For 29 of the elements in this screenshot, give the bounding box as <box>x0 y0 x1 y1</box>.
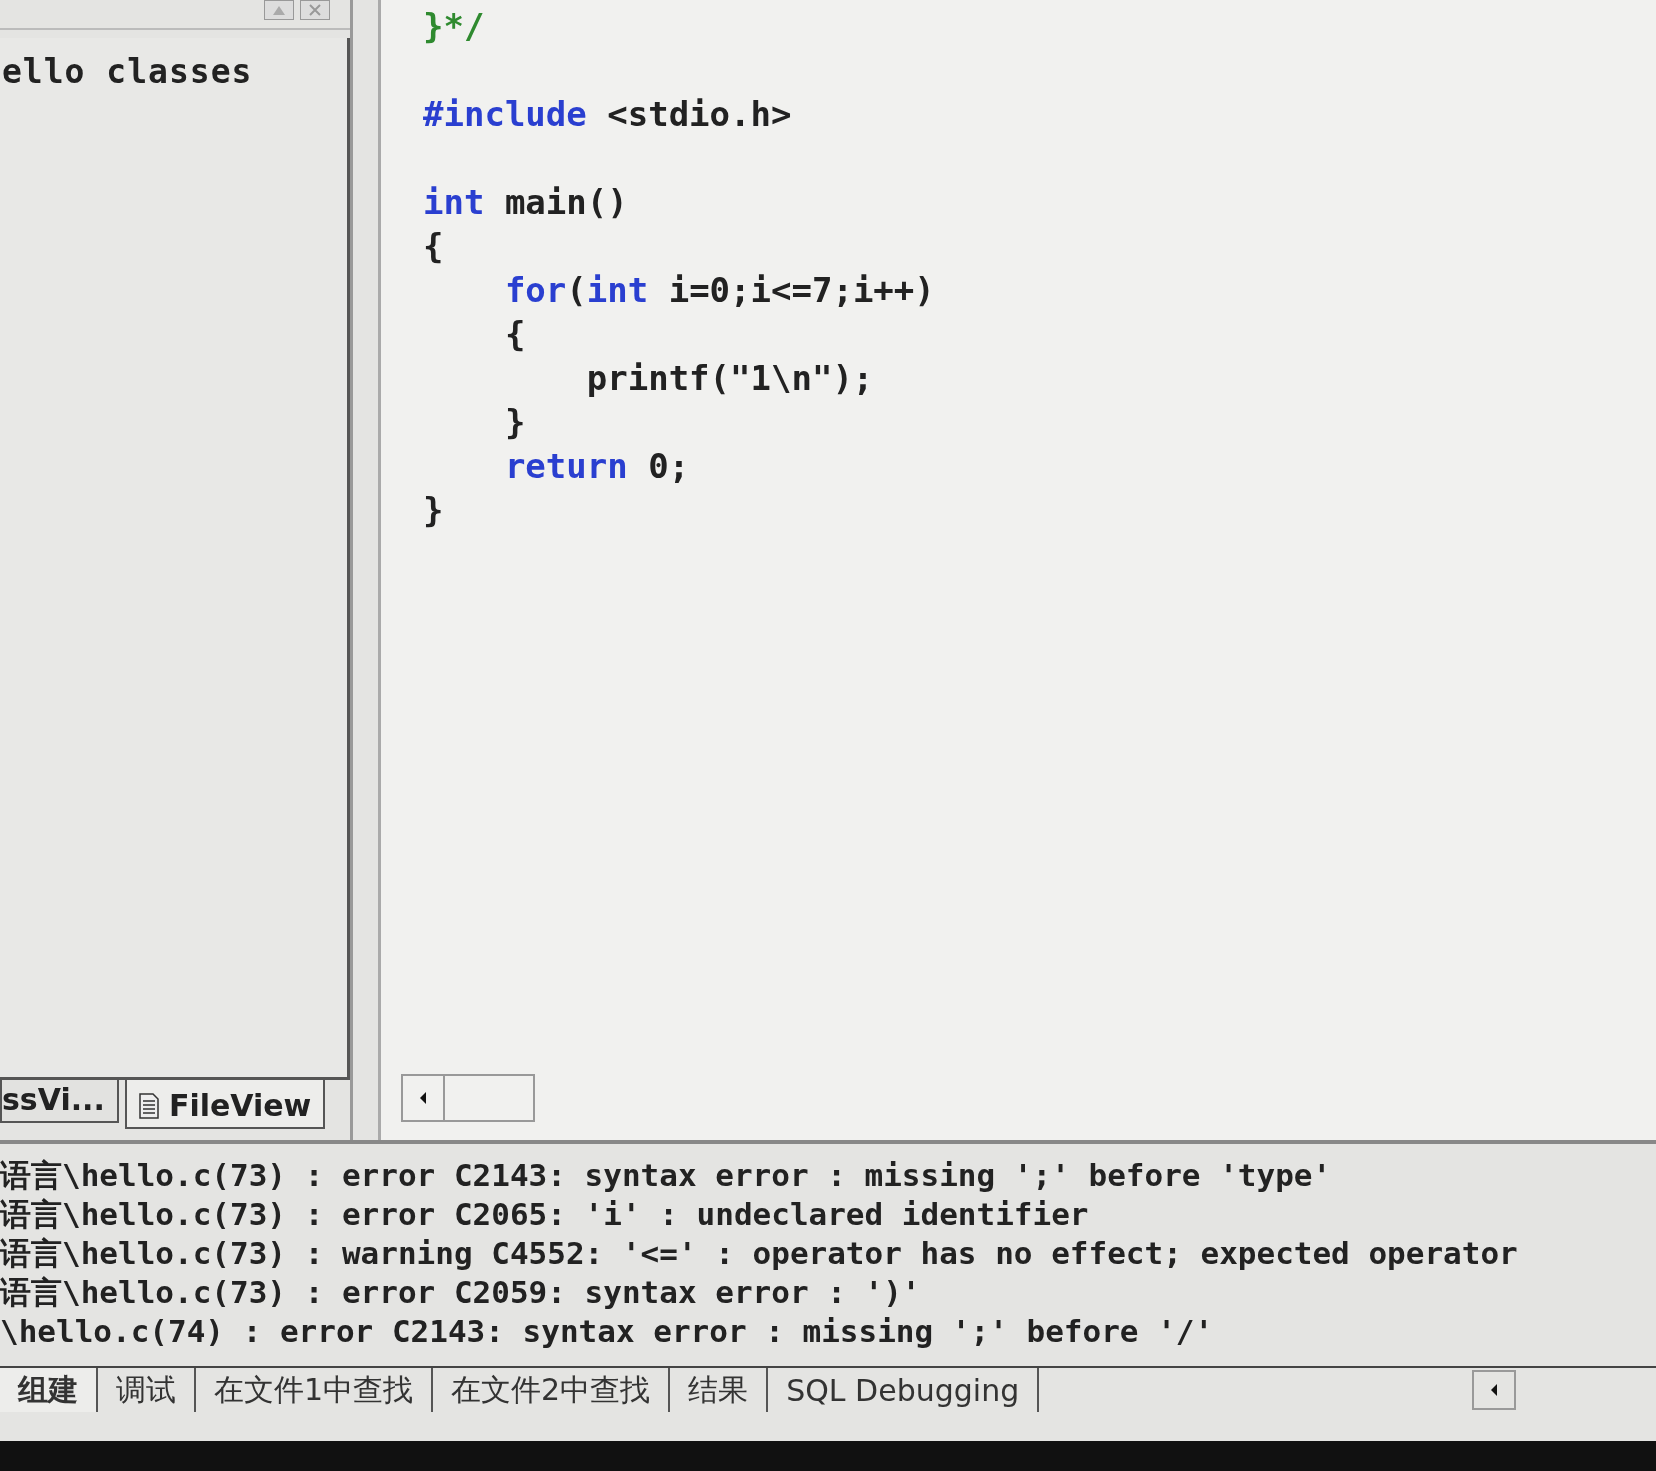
scroll-up-icon[interactable] <box>264 0 294 20</box>
code-line: } <box>503 401 527 444</box>
output-tab[interactable]: 在文件1中查找 <box>196 1368 434 1412</box>
code-line: { <box>423 225 445 268</box>
output-line: 语言\hello.c(73) : error C2143: syntax error : missing ';' before 'type' <box>0 1156 1333 1195</box>
close-icon[interactable] <box>300 0 330 20</box>
workspace-tab[interactable]: ssVi... <box>0 1080 119 1123</box>
code-line: #include <stdio.h> <box>423 93 793 136</box>
code-line: int main() <box>423 181 629 224</box>
code-line: return 0; <box>503 445 691 488</box>
output-tab[interactable]: SQL Debugging <box>768 1368 1040 1412</box>
document-icon <box>138 1092 159 1119</box>
code-line: { <box>503 313 527 356</box>
output-tab[interactable]: 调试 <box>98 1368 196 1412</box>
horizontal-scrollbar[interactable] <box>401 1074 535 1122</box>
output-tab[interactable]: 结果 <box>670 1368 769 1412</box>
code-line: } <box>423 489 445 532</box>
code-line: for(int i=0;i<=7;i++) <box>503 269 936 312</box>
output-line: 语言\hello.c(73) : error C2059: syntax error : ')' <box>0 1273 922 1312</box>
scroll-left-icon[interactable] <box>1472 1370 1516 1410</box>
code-line: printf("1\n"); <box>585 357 875 400</box>
output-tab[interactable]: 组建 <box>0 1368 98 1412</box>
output-line: 语言\hello.c(73) : warning C4552: '<=' : operator has no effect; expected operator <box>0 1234 1519 1273</box>
workspace-tab[interactable]: FileView <box>124 1080 326 1129</box>
output-line: 语言\hello.c(73) : error C2065: 'i' : undeclared identifier <box>0 1195 1090 1234</box>
tree-item[interactable]: ello classes <box>2 52 253 91</box>
code-line: }*/ <box>423 5 486 48</box>
output-tab[interactable]: 在文件2中查找 <box>433 1368 671 1412</box>
output-line: \hello.c(74) : error C2143: syntax error : missing ';' before '/' <box>0 1312 1215 1351</box>
